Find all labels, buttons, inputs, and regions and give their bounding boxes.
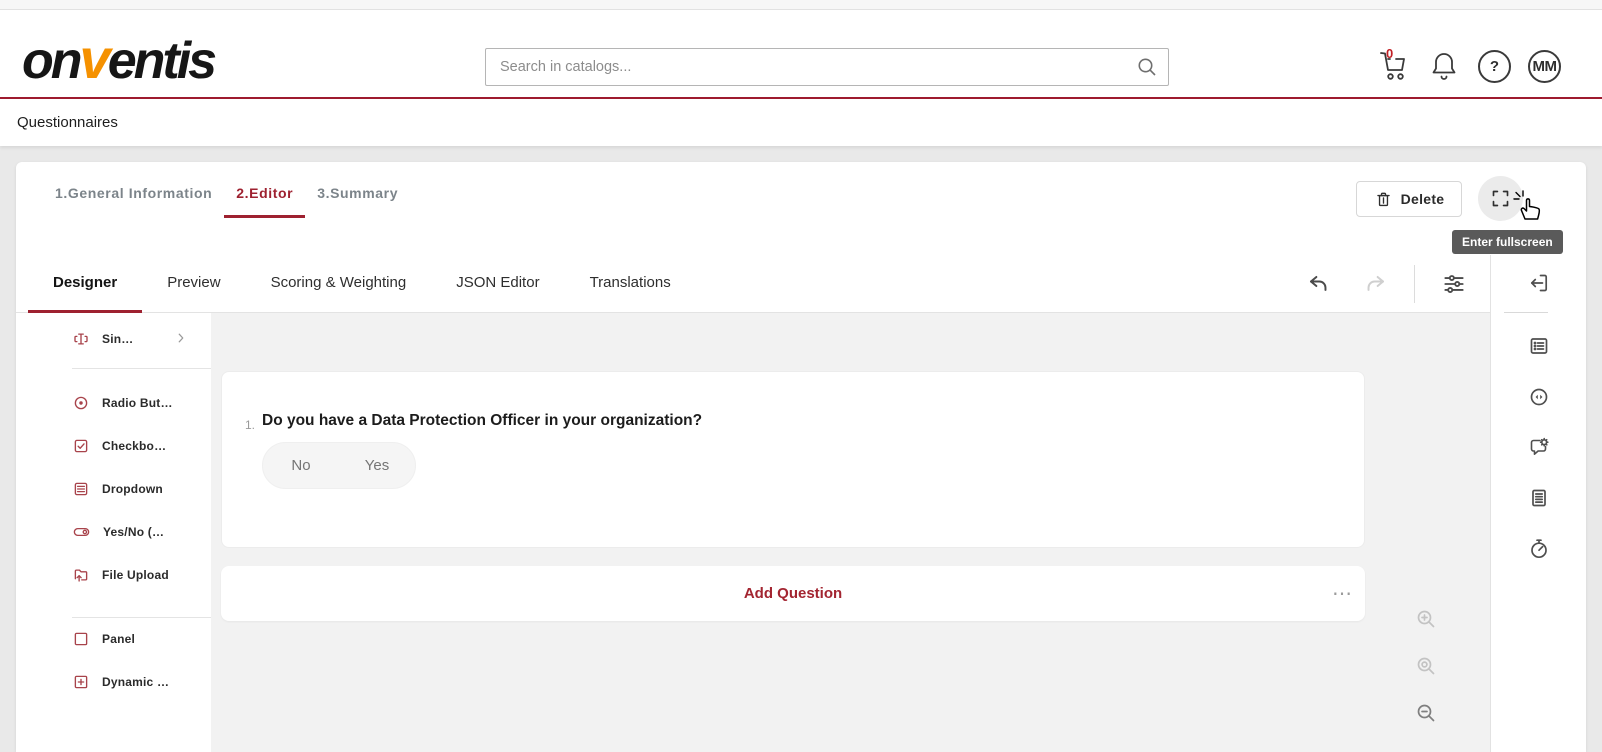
file-upload-icon bbox=[72, 566, 90, 584]
toolbox-divider bbox=[72, 368, 211, 369]
timer-icon[interactable] bbox=[1525, 535, 1553, 563]
search-icon[interactable] bbox=[1135, 55, 1159, 79]
trash-icon bbox=[1374, 190, 1393, 209]
undo-icon[interactable] bbox=[1298, 255, 1338, 313]
tab-translations[interactable]: Translations bbox=[565, 255, 696, 313]
logo-text-entis: entis bbox=[108, 32, 214, 90]
question-title: Do you have a Data Protection Officer in… bbox=[262, 412, 702, 430]
toolbox-divider bbox=[72, 617, 211, 618]
dropdown-icon bbox=[72, 480, 90, 498]
toolbox-item-label: File Upload bbox=[102, 568, 169, 582]
radio-button-icon bbox=[72, 394, 90, 412]
property-sidebar bbox=[1490, 255, 1586, 752]
tab-preview[interactable]: Preview bbox=[142, 255, 245, 313]
zoom-reset-icon[interactable] bbox=[1414, 654, 1438, 678]
comment-settings-icon[interactable] bbox=[1525, 433, 1553, 461]
breadcrumb[interactable]: Questionnaires bbox=[17, 114, 118, 131]
app-header: onventis 0 ? MM bbox=[0, 10, 1602, 97]
zoom-in-icon[interactable] bbox=[1414, 607, 1438, 631]
ellipsis-icon: ⋯ bbox=[1332, 581, 1354, 606]
browser-edge-strip bbox=[0, 0, 1602, 10]
tab-scoring-weighting[interactable]: Scoring & Weighting bbox=[246, 255, 432, 313]
checkbox-icon bbox=[72, 437, 90, 455]
toolbox-item-yes-no[interactable]: Yes/No (… bbox=[72, 519, 164, 545]
avatar-initials: MM bbox=[1533, 58, 1557, 75]
redo-icon[interactable] bbox=[1356, 255, 1396, 313]
delete-button-label: Delete bbox=[1401, 191, 1445, 207]
toolbox-item-dynamic-panel[interactable]: Dynamic … bbox=[72, 669, 169, 695]
step-summary[interactable]: 3.Summary bbox=[305, 175, 410, 218]
toolbox-item-label: Radio But… bbox=[102, 396, 173, 410]
document-lines-icon[interactable] bbox=[1525, 484, 1553, 512]
toolbox-panel: Sin… Radio But… Checkbo… bbox=[16, 313, 211, 752]
logo-checkmark-v: v bbox=[80, 27, 108, 90]
catalog-search bbox=[485, 48, 1169, 86]
designer-canvas: 1. Do you have a Data Protection Officer… bbox=[211, 313, 1490, 752]
toolbox-item-label: Sin… bbox=[102, 332, 133, 346]
fullscreen-button[interactable] bbox=[1478, 176, 1523, 221]
panel-icon bbox=[72, 630, 90, 648]
user-avatar[interactable]: MM bbox=[1528, 50, 1561, 83]
app-window: onventis 0 ? MM Questionnaires bbox=[0, 0, 1602, 752]
settings-sliders-icon[interactable] bbox=[1434, 255, 1474, 313]
boolean-toggle: No Yes bbox=[262, 442, 416, 489]
toolbar-divider bbox=[1414, 265, 1415, 303]
toolbox-item-dropdown[interactable]: Dropdown bbox=[72, 476, 163, 502]
add-question-more-menu[interactable]: ⋯ bbox=[1321, 566, 1365, 621]
form-settings-icon[interactable] bbox=[1525, 332, 1553, 360]
logo-text-on: on bbox=[22, 32, 80, 90]
toolbox-item-panel[interactable]: Panel bbox=[72, 626, 135, 652]
cart-count-badge: 0 bbox=[1386, 46, 1393, 61]
tab-json-editor[interactable]: JSON Editor bbox=[431, 255, 564, 313]
add-question-label: Add Question bbox=[744, 585, 842, 602]
toolbox-item-label: Dropdown bbox=[102, 482, 163, 496]
question-number: 1. bbox=[245, 418, 255, 432]
sidebar-divider bbox=[1504, 312, 1548, 313]
fullscreen-icon bbox=[1490, 188, 1511, 209]
toolbox-item-label: Dynamic … bbox=[102, 675, 169, 689]
toolbox-item-radio-button[interactable]: Radio But… bbox=[72, 390, 173, 416]
search-input[interactable] bbox=[485, 48, 1169, 86]
onventis-logo[interactable]: onventis bbox=[22, 26, 214, 91]
question-card[interactable]: 1. Do you have a Data Protection Officer… bbox=[221, 371, 1365, 548]
toolbox-item-label: Panel bbox=[102, 632, 135, 646]
help-question-mark: ? bbox=[1490, 58, 1499, 75]
help-button[interactable]: ? bbox=[1478, 50, 1511, 83]
tab-designer[interactable]: Designer bbox=[28, 255, 142, 313]
toolbox-item-checkbox[interactable]: Checkbo… bbox=[72, 433, 166, 459]
step-general-information[interactable]: 1.General Information bbox=[43, 175, 224, 218]
toolbox-item-label: Checkbo… bbox=[102, 439, 166, 453]
editor-tab-bar: Designer Preview Scoring & Weighting JSO… bbox=[16, 255, 1490, 313]
delete-button[interactable]: Delete bbox=[1356, 181, 1462, 217]
wizard-steps: 1.General Information 2.Editor 3.Summary bbox=[43, 175, 410, 218]
notifications-bell-icon[interactable] bbox=[1428, 50, 1460, 84]
boolean-option-no[interactable]: No bbox=[263, 457, 339, 474]
fullscreen-tooltip: Enter fullscreen bbox=[1452, 230, 1563, 254]
breadcrumb-bar: Questionnaires bbox=[0, 99, 1602, 146]
single-line-input-icon bbox=[72, 330, 90, 348]
toolbox-item-single-line-input[interactable]: Sin… bbox=[72, 326, 133, 352]
toolbox-item-label: Yes/No (… bbox=[103, 525, 164, 539]
toggle-switch-icon bbox=[72, 523, 91, 541]
zoom-out-icon[interactable] bbox=[1414, 701, 1438, 725]
boolean-option-yes[interactable]: Yes bbox=[339, 457, 415, 474]
cart-icon[interactable] bbox=[1376, 50, 1412, 84]
collapse-panel-icon[interactable] bbox=[1525, 269, 1553, 297]
chevron-right-icon[interactable] bbox=[174, 331, 188, 345]
media-options-icon[interactable] bbox=[1525, 383, 1553, 411]
add-question-button[interactable]: Add Question bbox=[221, 566, 1365, 621]
dynamic-panel-icon bbox=[72, 673, 90, 691]
step-editor[interactable]: 2.Editor bbox=[224, 175, 305, 218]
questionnaire-editor-card: 1.General Information 2.Editor 3.Summary… bbox=[16, 162, 1586, 752]
toolbox-item-file-upload[interactable]: File Upload bbox=[72, 562, 169, 588]
